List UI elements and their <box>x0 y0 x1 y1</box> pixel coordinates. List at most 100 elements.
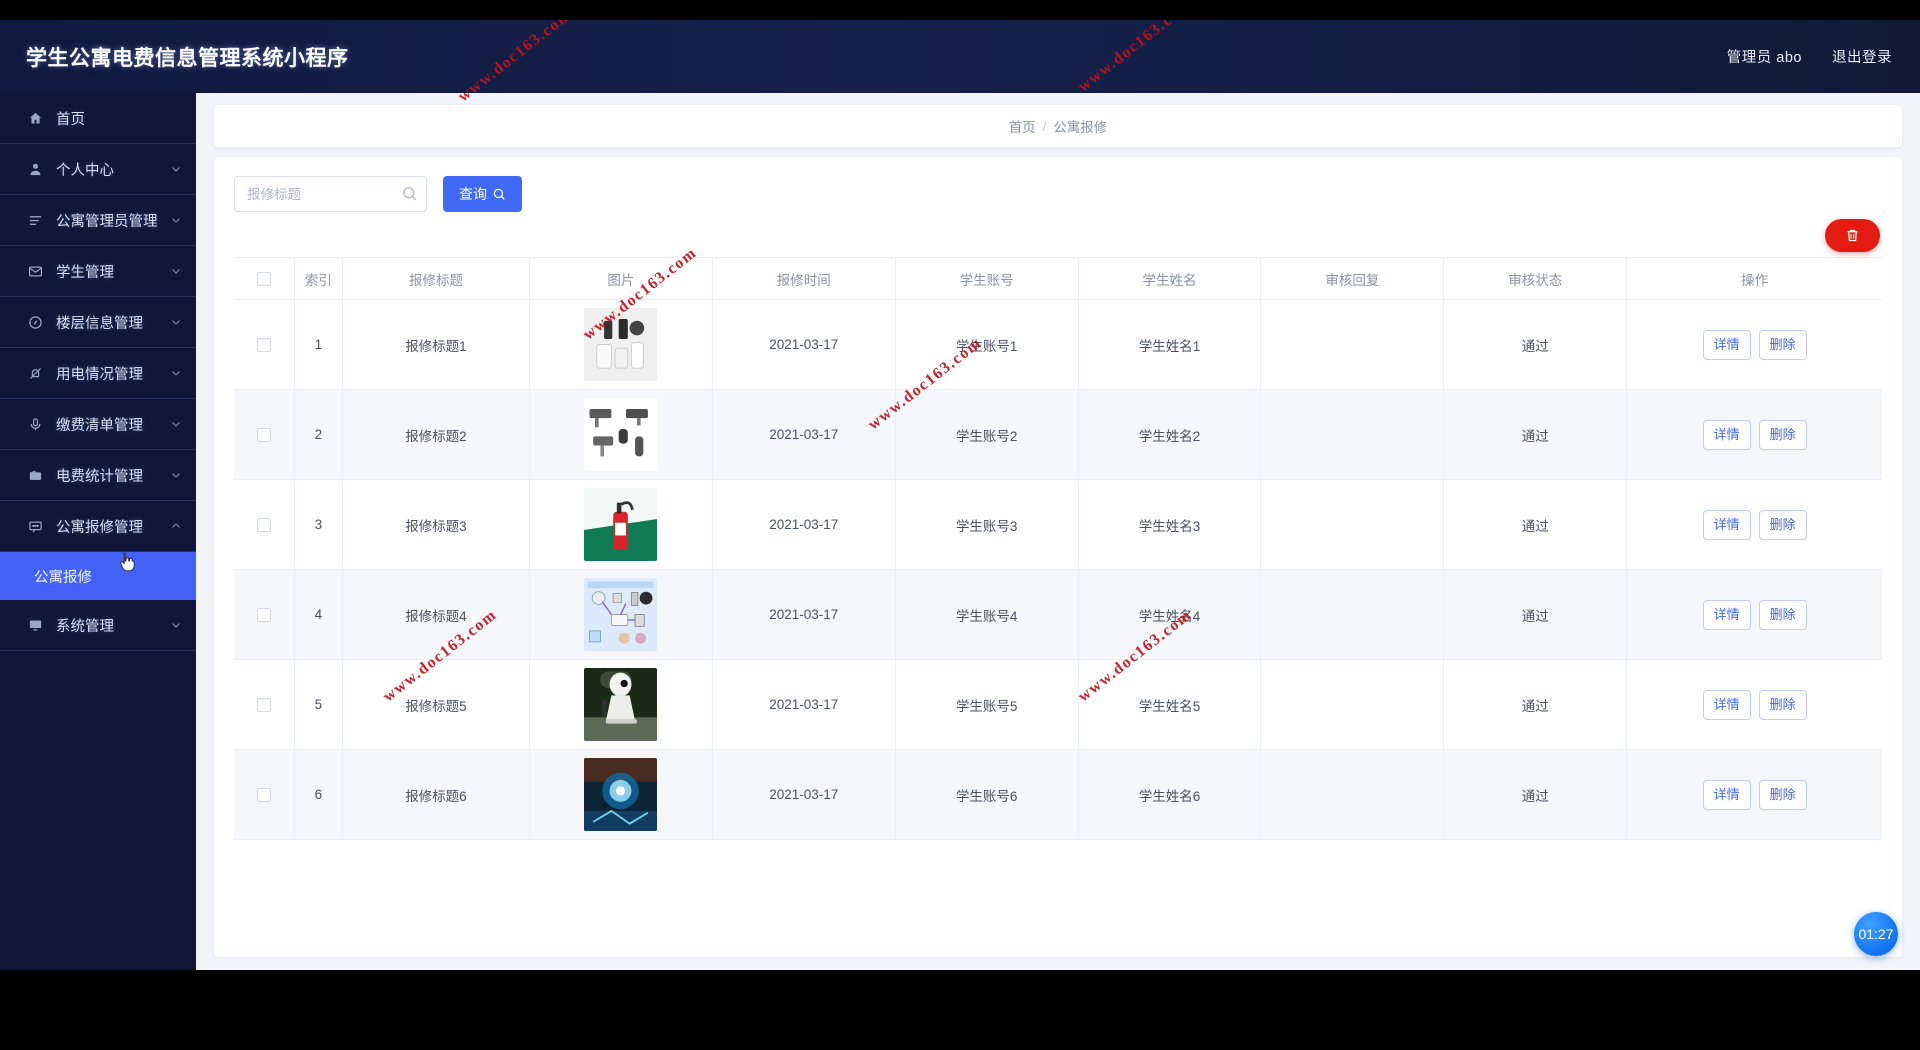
row-time-value: 2021-03-17 <box>769 607 839 622</box>
cell-account: 学生账号4 <box>895 569 1079 660</box>
row-checkbox[interactable] <box>256 428 271 443</box>
cell-actions: 详情 删除 <box>1626 749 1882 840</box>
search-field-wrapper <box>234 176 427 212</box>
cell-image <box>529 749 713 840</box>
sidebar-item-home[interactable]: 首页 <box>0 93 196 144</box>
sidebar-label: 个人中心 <box>56 162 114 179</box>
row-title-value: 报修标题1 <box>405 338 467 354</box>
query-button[interactable]: 查询 <box>443 176 522 212</box>
row-detail-button[interactable]: 详情 <box>1702 329 1751 360</box>
cell-state: 通过 <box>1443 659 1628 750</box>
table-body: 1 报修标题1 2021-03-17 学生账号1 学生姓名1 通过 详情 删除 2 报修标题2 20… <box>234 299 1882 840</box>
cell-time: 2021-03-17 <box>712 299 896 390</box>
home-icon <box>26 109 45 128</box>
row-detail-button[interactable]: 详情 <box>1702 689 1751 720</box>
cell-name: 学生姓名2 <box>1078 389 1262 480</box>
cell-actions: 详情 删除 <box>1626 659 1882 750</box>
clock-icon <box>26 313 45 332</box>
sidebar-item-repair-management[interactable]: 公寓报修管理 <box>0 501 196 552</box>
cell-account: 学生账号3 <box>895 479 1079 570</box>
row-select-cell <box>234 569 295 660</box>
sidebar-item-electricity-usage[interactable]: 用电情况管理 <box>0 348 196 399</box>
cell-state: 通过 <box>1443 479 1628 570</box>
sidebar-item-personal-center[interactable]: 个人中心 <box>0 144 196 195</box>
row-account-value: 学生账号1 <box>955 338 1018 354</box>
row-checkbox[interactable] <box>256 698 271 713</box>
cell-name: 学生姓名3 <box>1078 479 1262 570</box>
sidebar-item-apartment-admin[interactable]: 公寓管理员管理 <box>0 195 196 246</box>
row-thumbnail-image[interactable] <box>584 308 658 381</box>
row-name-value: 学生姓名3 <box>1138 518 1201 534</box>
row-index-value: 4 <box>314 607 323 622</box>
row-delete-button[interactable]: 删除 <box>1758 689 1807 720</box>
cell-index: 6 <box>294 749 344 840</box>
bulk-delete-button[interactable] <box>1825 219 1880 252</box>
column-header-account: 学生账号 <box>895 257 1079 300</box>
row-thumbnail-image[interactable] <box>584 758 658 831</box>
table-toolbar: 查询 <box>234 173 1882 215</box>
cell-title: 报修标题1 <box>342 299 530 390</box>
row-title-value: 报修标题3 <box>405 518 467 534</box>
sidebar-label: 楼层信息管理 <box>56 315 143 332</box>
top-header-bar: 学生公寓电费信息管理系统小程序 管理员 abo 退出登录 <box>0 20 1920 93</box>
sidebar-nav: 首页 个人中心 公寓管理员管理 学生管理 楼层信息管理 用电情况管理 缴费清单管… <box>0 93 196 970</box>
user-icon <box>26 160 45 179</box>
column-header-state: 审核状态 <box>1443 257 1628 300</box>
row-index-value: 5 <box>314 697 323 712</box>
application-root: 学生公寓电费信息管理系统小程序 管理员 abo 退出登录 首页 个人中心 公寓管… <box>0 20 1920 970</box>
cell-actions: 详情 删除 <box>1626 569 1882 660</box>
cell-index: 2 <box>294 389 344 480</box>
sidebar-item-apartment-repair[interactable]: 公寓报修 <box>0 552 196 600</box>
row-checkbox[interactable] <box>256 788 271 803</box>
sidebar-item-student-management[interactable]: 学生管理 <box>0 246 196 297</box>
row-state-value: 通过 <box>1521 338 1549 354</box>
row-delete-button[interactable]: 删除 <box>1758 419 1807 450</box>
row-checkbox[interactable] <box>256 518 271 533</box>
row-thumbnail-image[interactable] <box>584 578 658 651</box>
sidebar-item-system-management[interactable]: 系统管理 <box>0 600 196 651</box>
content-panel: 查询 <box>214 157 1902 957</box>
search-input[interactable] <box>234 176 427 212</box>
row-delete-button[interactable]: 删除 <box>1758 779 1807 810</box>
row-detail-button[interactable]: 详情 <box>1702 419 1751 450</box>
row-thumbnail-image[interactable] <box>584 398 658 471</box>
sidebar-label: 用电情况管理 <box>56 366 143 383</box>
row-thumbnail-image[interactable] <box>584 668 658 741</box>
cell-reply <box>1260 389 1445 480</box>
chevron-down-icon <box>170 418 182 430</box>
row-delete-button[interactable]: 删除 <box>1758 509 1807 540</box>
bell-off-icon <box>26 364 45 383</box>
row-checkbox[interactable] <box>256 338 271 353</box>
repair-table: 索引 报修标题 图片 报修时间 学生账号 学生姓名 审核回复 审核状态 操作 1… <box>234 257 1882 840</box>
row-detail-button[interactable]: 详情 <box>1702 599 1751 630</box>
sidebar-label: 缴费清单管理 <box>56 417 143 434</box>
row-select-cell <box>234 479 295 570</box>
timer-badge[interactable]: 01:27 <box>1854 912 1898 956</box>
search-icon <box>493 188 505 200</box>
query-button-label: 查询 <box>459 186 487 202</box>
cell-state: 通过 <box>1443 569 1628 660</box>
row-detail-button[interactable]: 详情 <box>1702 779 1751 810</box>
sidebar-label: 首页 <box>56 111 85 128</box>
sidebar-label: 公寓管理员管理 <box>56 213 158 230</box>
row-thumbnail-image[interactable] <box>584 488 658 561</box>
column-header-reply: 审核回复 <box>1260 257 1445 300</box>
row-checkbox[interactable] <box>256 608 271 623</box>
cell-state: 通过 <box>1443 749 1628 840</box>
select-all-checkbox[interactable] <box>256 272 271 287</box>
row-name-value: 学生姓名2 <box>1138 428 1201 444</box>
breadcrumb: 首页 / 公寓报修 <box>214 105 1902 147</box>
row-index-value: 3 <box>314 517 323 532</box>
row-detail-button[interactable]: 详情 <box>1702 509 1751 540</box>
logout-link[interactable]: 退出登录 <box>1832 46 1892 67</box>
table-header-row: 索引 报修标题 图片 报修时间 学生账号 学生姓名 审核回复 审核状态 操作 <box>234 257 1882 300</box>
row-delete-button[interactable]: 删除 <box>1758 599 1807 630</box>
sidebar-item-electricity-stats[interactable]: 电费统计管理 <box>0 450 196 501</box>
breadcrumb-home[interactable]: 首页 <box>1009 116 1036 136</box>
row-delete-button[interactable]: 删除 <box>1758 329 1807 360</box>
row-select-cell <box>234 749 295 840</box>
chevron-up-icon <box>170 520 182 532</box>
sidebar-item-floor-info[interactable]: 楼层信息管理 <box>0 297 196 348</box>
select-all-header <box>234 257 295 300</box>
sidebar-item-payment-list[interactable]: 缴费清单管理 <box>0 399 196 450</box>
